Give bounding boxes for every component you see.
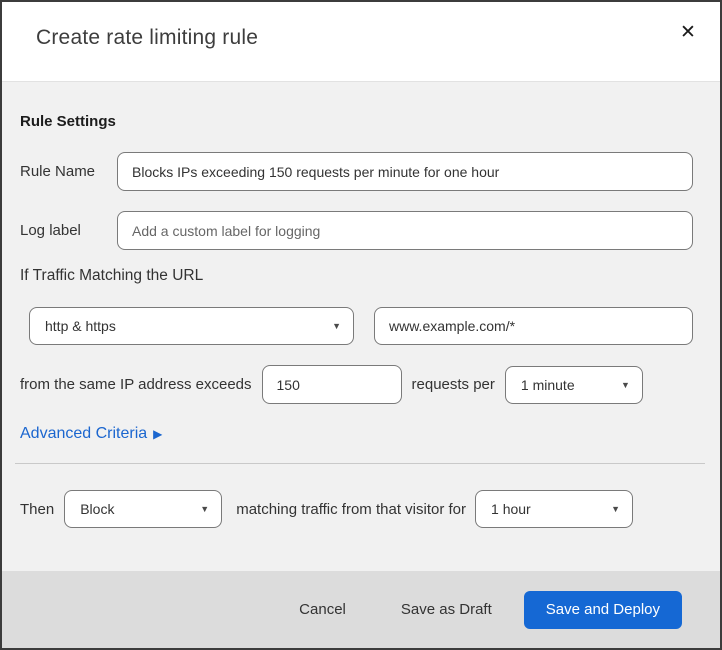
arrow-right-icon: ▶ <box>153 427 163 441</box>
log-label-row: Log label <box>20 211 693 250</box>
action-select-value: Block <box>80 501 115 517</box>
rule-name-row: Rule Name <box>20 152 693 191</box>
chevron-down-icon: ▼ <box>620 379 630 390</box>
advanced-criteria-label: Advanced Criteria <box>20 425 148 442</box>
chevron-down-icon: ▼ <box>200 504 210 514</box>
create-rate-limiting-rule-dialog: Create rate limiting rule ✕ Rule Setting… <box>0 0 722 650</box>
traffic-match-heading: If Traffic Matching the URL <box>20 267 204 284</box>
action-prefix-text: Then <box>20 500 55 518</box>
threshold-row: from the same IP address exceeds request… <box>20 365 693 404</box>
save-as-draft-button[interactable]: Save as Draft <box>391 593 502 626</box>
action-select[interactable]: Block ▼ <box>64 490 223 528</box>
traffic-match-row: http & https ▼ <box>29 307 693 345</box>
period-select-value: 1 minute <box>520 376 575 393</box>
duration-select[interactable]: 1 hour ▼ <box>475 490 634 528</box>
dialog-header: Create rate limiting rule ✕ <box>2 2 720 82</box>
dialog-title: Create rate limiting rule <box>36 26 259 49</box>
scheme-select[interactable]: http & https ▼ <box>29 307 354 345</box>
dialog-footer: Cancel Save as Draft Save and Deploy <box>2 571 720 648</box>
chevron-down-icon: ▼ <box>611 504 621 514</box>
log-label-input[interactable] <box>117 211 693 250</box>
advanced-criteria-link[interactable]: Advanced Criteria ▶ <box>20 425 162 443</box>
cancel-button[interactable]: Cancel <box>289 593 356 626</box>
dialog-body: Rule Settings Rule Name Log label If Tra… <box>2 83 720 575</box>
rule-name-label: Rule Name <box>20 163 96 180</box>
threshold-prefix-text: from the same IP address exceeds <box>20 376 252 393</box>
action-middle-text: matching traffic from that visitor for <box>236 500 467 518</box>
request-count-input[interactable] <box>261 365 402 404</box>
close-icon[interactable]: ✕ <box>674 18 702 46</box>
chevron-down-icon: ▼ <box>332 321 341 331</box>
section-divider <box>15 463 705 464</box>
action-row: Then Block ▼ matching traffic from that … <box>20 490 692 528</box>
log-label-label: Log label <box>20 222 81 239</box>
rule-name-input[interactable] <box>117 152 693 191</box>
save-and-deploy-button[interactable]: Save and Deploy <box>523 590 682 629</box>
threshold-middle-text: requests per <box>411 376 495 393</box>
scheme-select-value: http & https <box>45 318 116 334</box>
duration-select-value: 1 hour <box>491 501 531 517</box>
period-select[interactable]: 1 minute ▼ <box>504 365 643 404</box>
url-pattern-input[interactable] <box>374 307 693 345</box>
rule-settings-heading: Rule Settings <box>20 113 116 130</box>
